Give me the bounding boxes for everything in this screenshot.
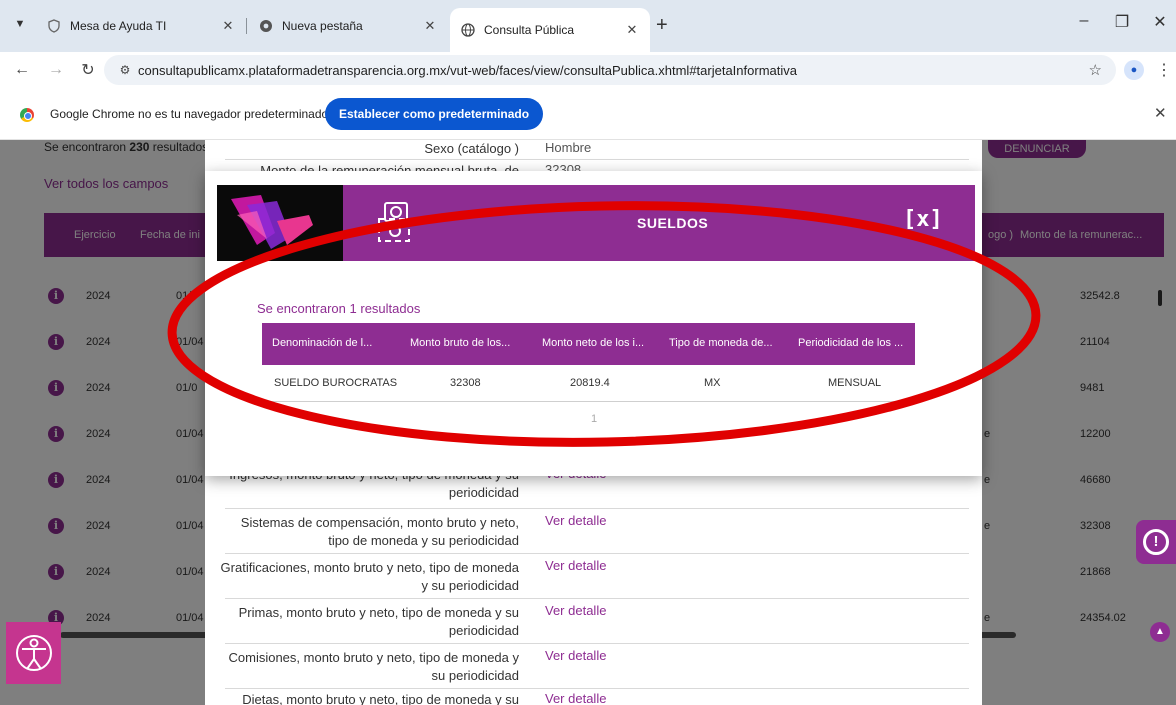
- cell-denominacion: SUELDO BUROCRATAS: [274, 377, 398, 389]
- shield-icon: [46, 18, 62, 34]
- sueldos-modal: SUELDOS [x] Se encontraron 1 resultados …: [205, 171, 982, 476]
- set-default-button[interactable]: Establecer como predeterminado: [325, 98, 544, 130]
- field-row: Primas, monto bruto y neto, tipo de mone…: [225, 599, 969, 644]
- accessibility-button[interactable]: [6, 622, 61, 684]
- globe-icon: [460, 22, 476, 38]
- field-row: Comisiones, monto bruto y neto, tipo de …: [225, 644, 969, 689]
- modal-results-summary: Se encontraron 1 resultados: [257, 301, 421, 316]
- col-monto-bruto[interactable]: Monto bruto de los...: [410, 337, 510, 349]
- tab-label: Nueva pestaña: [282, 19, 363, 33]
- cell-periodicidad: MENSUAL: [828, 377, 882, 389]
- tab-mesa-de-ayuda[interactable]: Mesa de Ayuda TI ✕: [36, 8, 246, 44]
- profile-avatar-icon[interactable]: ●: [1124, 60, 1144, 80]
- default-browser-infobar: Google Chrome no es tu navegador predete…: [0, 88, 1176, 140]
- address-bar[interactable]: ⚙ consultapublicamx.plataformadetranspar…: [104, 55, 1116, 85]
- forward-icon[interactable]: →: [44, 58, 68, 82]
- field-label: Sistemas de compensación, monto bruto y …: [240, 515, 519, 548]
- modal-header: SUELDOS [x]: [217, 185, 975, 261]
- col-monto-neto[interactable]: Monto neto de los i...: [542, 337, 644, 349]
- field-label: Gratificaciones, monto bruto y neto, tip…: [220, 560, 519, 593]
- field-label: Comisiones, monto bruto y neto, tipo de …: [228, 650, 520, 683]
- ver-detalle-link[interactable]: Ver detalle: [545, 513, 606, 528]
- tab-label: Mesa de Ayuda TI: [70, 19, 167, 33]
- accessibility-icon: [15, 635, 52, 671]
- sueldos-table-header: Denominación de l... Monto bruto de los.…: [262, 323, 915, 365]
- tab-separator: [246, 18, 247, 34]
- close-icon[interactable]: ✕: [624, 22, 640, 38]
- money-icon: [375, 201, 419, 243]
- tab-consulta-publica[interactable]: Consulta Pública ✕: [450, 8, 650, 52]
- tab-nueva-pestana[interactable]: Nueva pestaña ✕: [248, 8, 448, 44]
- modal-close-button[interactable]: [x]: [903, 207, 943, 232]
- cell-monto-neto: 20819.4: [570, 377, 610, 389]
- infobar-message: Google Chrome no es tu navegador predete…: [50, 107, 329, 121]
- window-close-icon[interactable]: ✕: [1148, 12, 1172, 32]
- cell-tipo-moneda: MX: [704, 377, 721, 389]
- col-denominacion[interactable]: Denominación de l...: [272, 337, 372, 349]
- infobar-close-icon[interactable]: ✕: [1154, 104, 1167, 122]
- tab-search-icon[interactable]: ▼: [8, 12, 32, 36]
- close-icon[interactable]: ✕: [422, 18, 438, 34]
- tab-label: Consulta Pública: [484, 23, 575, 37]
- pagination-page[interactable]: 1: [591, 413, 597, 425]
- browser-tab-strip: ▼ Mesa de Ayuda TI ✕ Nueva pestaña ✕ Con…: [0, 0, 1176, 52]
- exclamation-icon: !: [1143, 529, 1169, 555]
- chrome-logo-icon: [20, 108, 34, 122]
- field-row: Dietas, monto bruto y neto, tipo de mone…: [225, 689, 969, 705]
- field-row: Sexo (catálogo ) Hombre: [225, 140, 969, 160]
- col-tipo-moneda[interactable]: Tipo de moneda de...: [669, 337, 773, 349]
- field-row: Gratificaciones, monto bruto y neto, tip…: [221, 554, 969, 599]
- ver-detalle-link[interactable]: Ver detalle: [545, 603, 606, 618]
- menu-kebab-icon[interactable]: ⋮: [1156, 60, 1172, 80]
- table-row[interactable]: SUELDO BUROCRATAS 32308 20819.4 MX MENSU…: [262, 365, 915, 402]
- alert-button[interactable]: !: [1136, 520, 1176, 564]
- minimize-icon[interactable]: –: [1072, 12, 1096, 30]
- field-label: Primas, monto bruto y neto, tipo de mone…: [238, 605, 519, 638]
- field-label: Dietas, monto bruto y neto, tipo de mone…: [242, 692, 519, 705]
- bookmark-star-icon[interactable]: ☆: [1089, 61, 1102, 79]
- site-settings-icon[interactable]: ⚙: [112, 63, 138, 77]
- ver-detalle-link[interactable]: Ver detalle: [545, 558, 606, 573]
- reload-icon[interactable]: ↻: [76, 58, 100, 82]
- modal-title: SUELDOS: [637, 215, 709, 231]
- col-periodicidad[interactable]: Periodicidad de los ...: [798, 337, 903, 349]
- sueldos-table: Denominación de l... Monto bruto de los.…: [262, 323, 915, 402]
- close-icon[interactable]: ✕: [220, 18, 236, 34]
- brand-logo-icon: [217, 185, 343, 261]
- scroll-up-icon[interactable]: ▲: [1150, 622, 1170, 642]
- field-label: Sexo (catálogo ): [424, 141, 519, 156]
- chrome-icon: [258, 18, 274, 34]
- restore-icon[interactable]: ❐: [1110, 12, 1134, 32]
- back-icon[interactable]: ←: [10, 58, 34, 82]
- url-text: consultapublicamx.plataformadetransparen…: [138, 62, 797, 78]
- field-value: Hombre: [545, 140, 592, 155]
- browser-toolbar: ← → ↻ ⚙ consultapublicamx.plataformadetr…: [0, 52, 1176, 88]
- ver-detalle-link[interactable]: Ver detalle: [545, 648, 606, 663]
- ver-detalle-link[interactable]: Ver detalle: [545, 691, 606, 705]
- field-row: Sistemas de compensación, monto bruto y …: [225, 509, 969, 554]
- new-tab-icon[interactable]: +: [656, 14, 668, 37]
- cell-monto-bruto: 32308: [450, 377, 481, 389]
